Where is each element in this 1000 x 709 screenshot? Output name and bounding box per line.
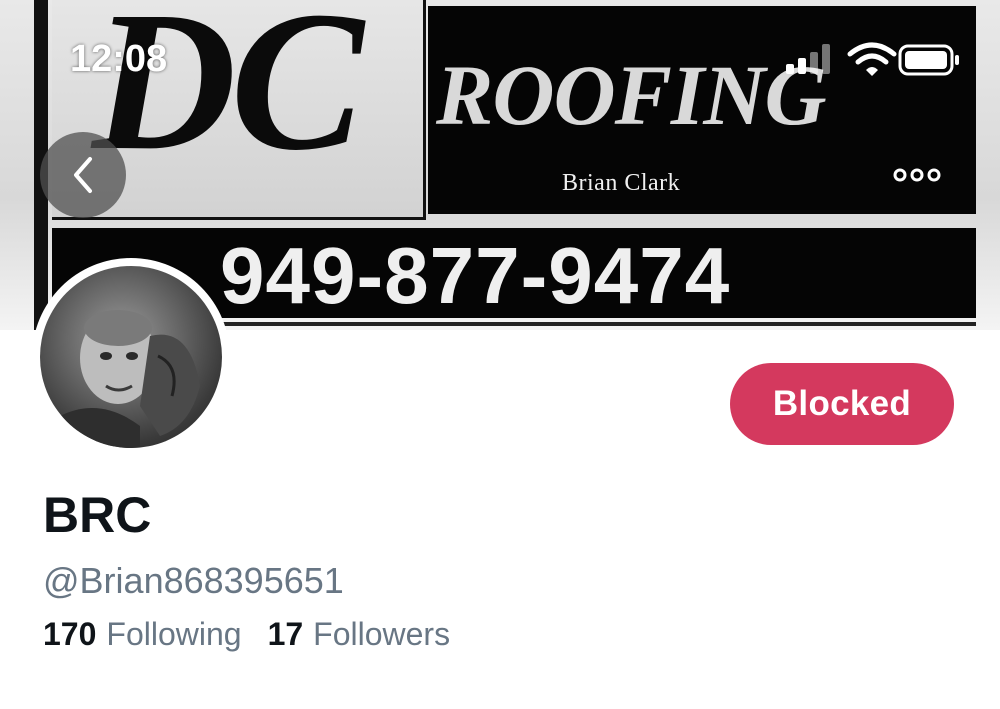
- blocked-button[interactable]: Blocked: [730, 363, 954, 445]
- more-options-button[interactable]: [874, 132, 960, 218]
- profile-display-name: BRC: [43, 487, 152, 543]
- following-link[interactable]: 170 Following: [43, 616, 242, 653]
- avatar-photo: [50, 310, 200, 448]
- status-time: 12:08: [70, 38, 168, 80]
- avatar-image: [40, 266, 222, 448]
- back-button[interactable]: [40, 132, 126, 218]
- followers-count: 17: [267, 616, 304, 652]
- battery-icon: [898, 44, 959, 76]
- following-label: Following: [106, 616, 242, 652]
- profile-stats: 170 Following 17 Followers: [43, 616, 450, 653]
- following-count: 170: [43, 616, 97, 652]
- banner-logo-letters: DC: [92, 0, 364, 192]
- avatar[interactable]: [32, 258, 230, 456]
- cellular-signal-icon: [786, 44, 830, 74]
- banner-owner-name: Brian Clark: [562, 170, 681, 196]
- status-icons: [780, 40, 970, 80]
- banner-phone-number: 949-877-9474: [220, 231, 731, 320]
- profile-handle: @Brian868395651: [43, 560, 344, 601]
- more-horizontal-icon: [893, 168, 941, 182]
- banner-business-name: ROOFING: [436, 47, 827, 143]
- chevron-left-icon: [74, 157, 92, 193]
- followers-link[interactable]: 17 Followers: [268, 616, 451, 653]
- followers-label: Followers: [313, 616, 451, 652]
- wifi-icon: [847, 42, 897, 76]
